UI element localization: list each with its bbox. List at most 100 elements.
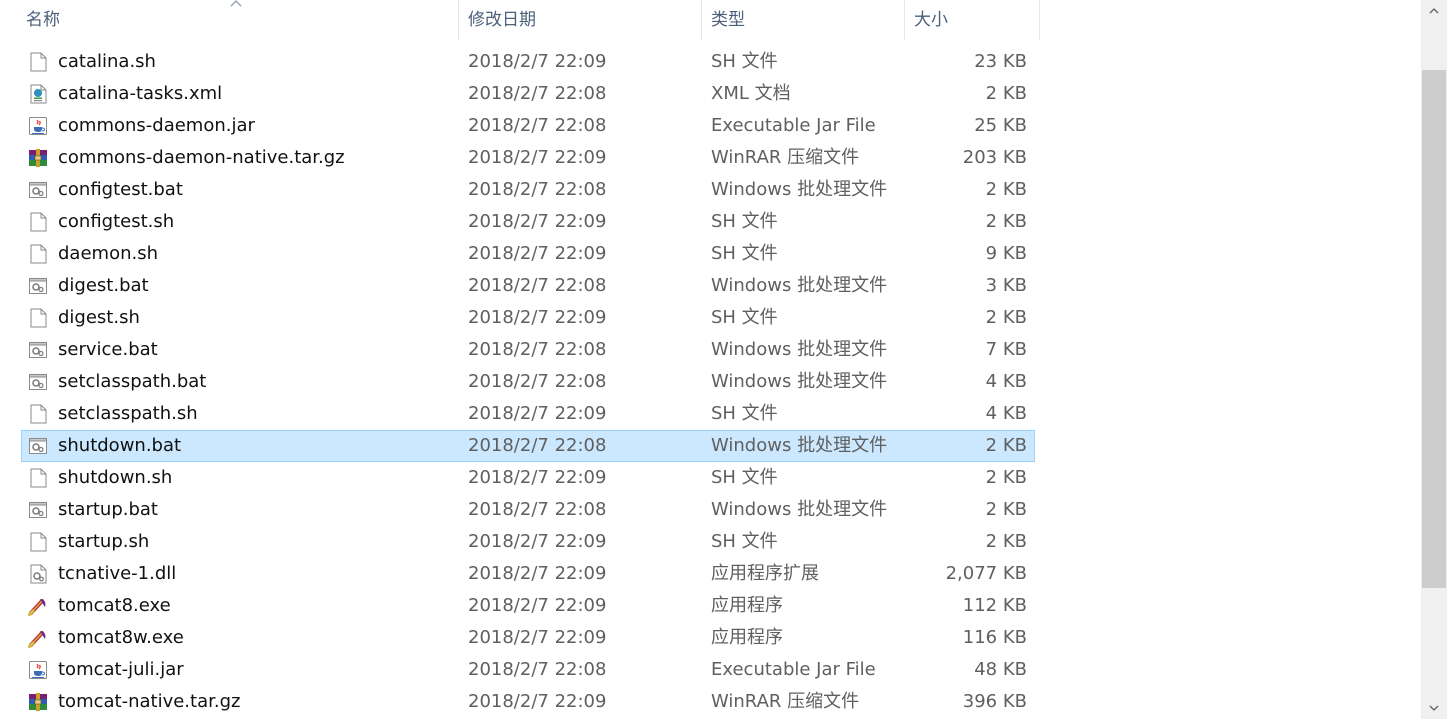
file-name: daemon.sh — [58, 243, 158, 264]
file-row[interactable]: startup.bat 2018/2/7 22:08 Windows 批处理文件 2 … — [21, 494, 1035, 526]
file-row[interactable]: tomcat8.exe 2018/2/7 22:09 应用程序 112 KB — [21, 590, 1035, 622]
file-type: 应用程序 — [711, 627, 783, 648]
blank-file-icon — [30, 308, 47, 328]
file-name: setclasspath.bat — [58, 371, 207, 392]
java-jar-icon — [29, 661, 47, 679]
file-size: 396 KB — [962, 691, 1027, 712]
file-size: 48 KB — [974, 659, 1027, 680]
file-name: shutdown.sh — [58, 467, 173, 488]
file-row[interactable]: configtest.bat 2018/2/7 22:08 Windows 批处理文… — [21, 174, 1035, 206]
file-type: SH 文件 — [711, 531, 778, 552]
file-date-modified: 2018/2/7 22:08 — [468, 339, 607, 360]
file-name: tcnative-1.dll — [58, 563, 177, 584]
file-list-view[interactable]: 名称 修改日期 类型 大小 catalina.sh 2018/2/7 22:09 S… — [0, 0, 1421, 719]
file-size: 4 KB — [985, 403, 1027, 424]
file-name: digest.sh — [58, 307, 140, 328]
file-name: commons-daemon.jar — [58, 115, 255, 136]
file-date-modified: 2018/2/7 22:08 — [468, 659, 607, 680]
blank-file-icon — [30, 212, 47, 232]
file-row[interactable]: configtest.sh 2018/2/7 22:09 SH 文件 2 KB — [21, 206, 1035, 238]
file-size: 4 KB — [985, 371, 1027, 392]
file-type: WinRAR 压缩文件 — [711, 147, 860, 168]
file-row[interactable]: service.bat 2018/2/7 22:08 Windows 批处理文件 7 … — [21, 334, 1035, 366]
column-header-type[interactable]: 类型 — [702, 0, 905, 40]
file-date-modified: 2018/2/7 22:09 — [468, 563, 607, 584]
column-header-date[interactable]: 修改日期 — [459, 0, 702, 40]
file-name: shutdown.bat — [58, 435, 182, 456]
scroll-down-arrow-icon[interactable] — [1421, 697, 1447, 719]
file-row[interactable]: tomcat-native.tar.gz 2018/2/7 22:09 WinRAR… — [21, 686, 1035, 718]
file-row[interactable]: commons-daemon.jar 2018/2/7 22:08 Executab… — [21, 110, 1035, 142]
file-size: 2 KB — [985, 179, 1027, 200]
column-header-size[interactable]: 大小 — [905, 0, 1040, 40]
file-size: 25 KB — [974, 115, 1027, 136]
winrar-archive-icon — [29, 149, 47, 167]
file-row[interactable]: digest.sh 2018/2/7 22:09 SH 文件 2 KB — [21, 302, 1035, 334]
blank-file-icon — [30, 468, 47, 488]
file-row[interactable]: commons-daemon-native.tar.gz 2018/2/7 22:… — [21, 142, 1035, 174]
file-date-modified: 2018/2/7 22:08 — [468, 371, 607, 392]
file-type: XML 文档 — [711, 83, 791, 104]
file-name: tomcat-native.tar.gz — [58, 691, 241, 712]
file-size: 112 KB — [962, 595, 1027, 616]
file-type: WinRAR 压缩文件 — [711, 691, 860, 712]
file-type: SH 文件 — [711, 307, 778, 328]
file-name: configtest.sh — [58, 211, 175, 232]
blank-file-icon — [30, 52, 47, 72]
file-size: 2 KB — [985, 211, 1027, 232]
file-date-modified: 2018/2/7 22:08 — [468, 83, 607, 104]
file-name: startup.sh — [58, 531, 150, 552]
file-row[interactable]: catalina.sh 2018/2/7 22:09 SH 文件 23 KB — [21, 46, 1035, 78]
file-row[interactable]: tomcat-juli.jar 2018/2/7 22:08 Executable … — [21, 654, 1035, 686]
file-size: 3 KB — [985, 275, 1027, 296]
blank-file-icon — [30, 532, 47, 552]
file-date-modified: 2018/2/7 22:09 — [468, 243, 607, 264]
file-type: SH 文件 — [711, 467, 778, 488]
winrar-archive-icon — [29, 693, 47, 711]
file-row[interactable]: tcnative-1.dll 2018/2/7 22:09 应用程序扩展 2,077 … — [21, 558, 1035, 590]
file-row[interactable]: catalina-tasks.xml 2018/2/7 22:08 XML 文档 2 … — [21, 78, 1035, 110]
file-size: 9 KB — [985, 243, 1027, 264]
file-row[interactable]: startup.sh 2018/2/7 22:09 SH 文件 2 KB — [21, 526, 1035, 558]
tomcat-exe-icon — [28, 599, 46, 616]
vertical-scrollbar[interactable] — [1421, 0, 1447, 719]
file-rows: catalina.sh 2018/2/7 22:09 SH 文件 23 KB catal… — [21, 46, 1035, 718]
batch-file-icon — [29, 374, 47, 390]
file-row[interactable]: shutdown.bat 2018/2/7 22:08 Windows 批处理文件 2… — [21, 430, 1035, 462]
batch-file-icon — [29, 438, 47, 454]
file-date-modified: 2018/2/7 22:09 — [468, 467, 607, 488]
file-name: setclasspath.sh — [58, 403, 198, 424]
batch-file-icon — [29, 278, 47, 294]
file-size: 116 KB — [962, 627, 1027, 648]
file-row[interactable]: setclasspath.sh 2018/2/7 22:09 SH 文件 4 KB — [21, 398, 1035, 430]
file-date-modified: 2018/2/7 22:09 — [468, 211, 607, 232]
scrollbar-thumb[interactable] — [1422, 70, 1446, 588]
file-type: Windows 批处理文件 — [711, 435, 888, 456]
column-header-bar: 名称 修改日期 类型 大小 — [0, 0, 1421, 40]
column-header-date-label: 修改日期 — [468, 10, 536, 30]
file-date-modified: 2018/2/7 22:09 — [468, 307, 607, 328]
blank-file-icon — [30, 244, 47, 264]
file-name: tomcat8.exe — [58, 595, 171, 616]
scroll-up-arrow-icon[interactable] — [1421, 0, 1447, 22]
file-row[interactable]: daemon.sh 2018/2/7 22:09 SH 文件 9 KB — [21, 238, 1035, 270]
file-row[interactable]: digest.bat 2018/2/7 22:08 Windows 批处理文件 3 K… — [21, 270, 1035, 302]
sort-ascending-icon — [230, 0, 242, 7]
file-name: configtest.bat — [58, 179, 183, 200]
file-size: 2 KB — [985, 531, 1027, 552]
file-type: SH 文件 — [711, 243, 778, 264]
file-size: 2 KB — [985, 499, 1027, 520]
file-date-modified: 2018/2/7 22:08 — [468, 275, 607, 296]
file-size: 2,077 KB — [945, 563, 1027, 584]
file-date-modified: 2018/2/7 22:09 — [468, 595, 607, 616]
file-type: 应用程序扩展 — [711, 563, 819, 584]
file-row[interactable]: tomcat8w.exe 2018/2/7 22:09 应用程序 116 KB — [21, 622, 1035, 654]
java-jar-icon — [29, 117, 47, 135]
file-date-modified: 2018/2/7 22:08 — [468, 115, 607, 136]
file-date-modified: 2018/2/7 22:09 — [468, 531, 607, 552]
file-row[interactable]: shutdown.sh 2018/2/7 22:09 SH 文件 2 KB — [21, 462, 1035, 494]
file-date-modified: 2018/2/7 22:09 — [468, 51, 607, 72]
tomcat-exe-icon — [28, 631, 46, 648]
file-row[interactable]: setclasspath.bat 2018/2/7 22:08 Windows 批处… — [21, 366, 1035, 398]
file-date-modified: 2018/2/7 22:08 — [468, 499, 607, 520]
